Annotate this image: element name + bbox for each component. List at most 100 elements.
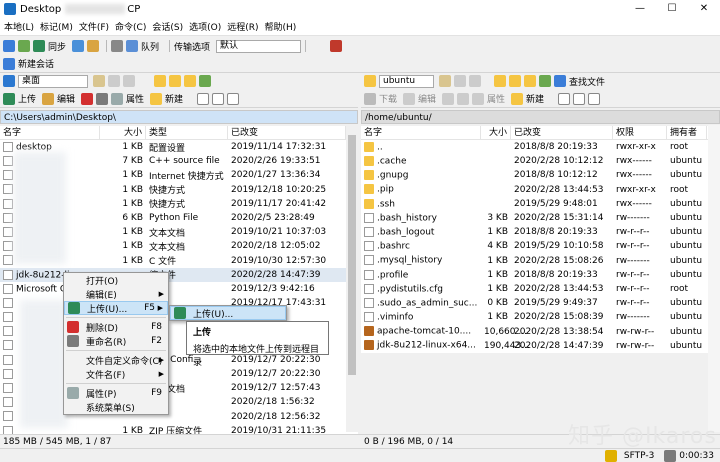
table-row[interactable]: Microsoft O 2019/12/3 9:42:16	[0, 282, 358, 296]
table-row[interactable]: .bashrc 4 KB 2019/5/29 10:10:58 rw-r--r-- ub…	[361, 239, 720, 253]
terminal-icon[interactable]	[87, 40, 100, 52]
transfer-settings-icon[interactable]	[330, 40, 343, 52]
remote-select-all-icon[interactable]	[558, 92, 571, 105]
queue-icon[interactable]	[126, 40, 139, 52]
table-row[interactable]: .viminfo 1 KB 2020/2/28 15:08:39 rw------- u…	[361, 310, 720, 324]
refresh-icon[interactable]	[199, 75, 211, 87]
context-menu: 打开(O) 编辑(E) ▶ 上传(U)... F5 ▶ 删除(D) F8 重命名(R) F2 文件自…	[63, 272, 169, 415]
remote-edit-button[interactable]: 编辑	[418, 92, 436, 105]
context-menu-item[interactable]: 重命名(R) F2	[64, 334, 168, 348]
remote-filter-icon[interactable]	[439, 75, 451, 87]
properties-button[interactable]: 属性	[126, 92, 144, 105]
context-menu-item[interactable]: 文件自定义命令(C) ▶	[64, 353, 168, 367]
home-dir-icon[interactable]	[184, 75, 196, 87]
menu-help[interactable]: 帮助(H)	[265, 20, 297, 33]
table-row[interactable]: .profile 1 KB 2018/8/8 20:19:33 rw-r--r-- ub…	[361, 268, 720, 282]
remote-deselect-icon[interactable]	[573, 92, 586, 105]
table-row[interactable]: .bash_logout 1 KB 2018/8/8 20:19:33 rw-r--r…	[361, 225, 720, 239]
col-remote-owner[interactable]: 拥有者	[667, 125, 707, 140]
context-menu-item[interactable]: 编辑(E) ▶	[64, 287, 168, 301]
remote-parent-icon[interactable]	[494, 75, 506, 87]
queue-button[interactable]: 队列	[141, 40, 159, 53]
col-remote-perm[interactable]: 权限	[613, 125, 667, 140]
menu-local[interactable]: 本地(L)	[4, 20, 34, 33]
context-menu-item[interactable]: 打开(O)	[64, 273, 168, 287]
remote-properties-button[interactable]: 属性	[487, 92, 505, 105]
deselect-icon[interactable]	[212, 92, 225, 105]
table-row[interactable]: jdk-8u212-linux-x64... 190,443... 2020/2/2…	[361, 339, 720, 353]
context-menu-item[interactable]: 删除(D) F8	[64, 320, 168, 334]
table-row[interactable]: .sudo_as_admin_suc... 0 KB 2019/5/29 9:49:…	[361, 296, 720, 310]
remote-dir-select[interactable]: ubuntu	[379, 74, 434, 88]
sync-icon[interactable]	[33, 40, 45, 52]
table-row[interactable]: .pip 2020/2/28 13:44:53 rwxr-xr-x root	[361, 183, 720, 197]
col-size[interactable]: 大小	[100, 125, 146, 140]
remote-delete-icon[interactable]	[442, 92, 455, 105]
table-row[interactable]: .gnupg 2018/8/8 10:12:12 rwx------ ubuntu	[361, 168, 720, 182]
menu-options[interactable]: 选项(O)	[189, 20, 221, 33]
delete-icon[interactable]	[81, 92, 94, 105]
remote-refresh-icon[interactable]	[539, 75, 551, 87]
upload-button[interactable]: 上传	[18, 92, 36, 105]
table-row[interactable]: apache-tomcat-10.... 10,660 ... 2020/2/28 …	[361, 324, 720, 338]
close-button[interactable]: ✕	[688, 0, 720, 18]
edit-button[interactable]: 编辑	[57, 92, 75, 105]
remote-root-icon[interactable]	[509, 75, 521, 87]
table-row[interactable]: .. 2018/8/8 20:19:33 rwxr-xr-x root	[361, 140, 720, 154]
minimize-button[interactable]: —	[624, 0, 656, 18]
col-name[interactable]: 名字	[0, 125, 100, 140]
submenu-upload[interactable]: 上传(U)...	[170, 306, 286, 320]
new-session-button[interactable]: 新建会话	[18, 57, 54, 70]
table-row[interactable]: .ssh 2019/5/29 9:48:01 rwx------ ubuntu	[361, 197, 720, 211]
col-modified[interactable]: 已改变	[228, 125, 346, 140]
remote-scrollbar[interactable]	[708, 125, 720, 432]
local-scrollbar[interactable]	[346, 125, 358, 432]
table-row[interactable]: .bash_history 3 KB 2020/2/28 15:31:14 rw---…	[361, 211, 720, 225]
remote-home-icon[interactable]	[524, 75, 536, 87]
maximize-button[interactable]: ☐	[656, 0, 688, 18]
back-icon[interactable]	[108, 75, 120, 87]
remote-path[interactable]: /home/ubuntu/	[361, 110, 720, 124]
filter-icon[interactable]	[93, 75, 105, 87]
rename-icon[interactable]	[96, 92, 109, 105]
console-icon[interactable]	[72, 40, 85, 52]
remote-back-icon[interactable]	[454, 75, 466, 87]
invert-selection-icon[interactable]	[227, 92, 240, 105]
context-menu-item[interactable]: 属性(P) F9	[64, 386, 168, 400]
context-menu-item[interactable]: 上传(U)... F5 ▶	[64, 301, 168, 315]
menu-remote[interactable]: 远程(R)	[227, 20, 258, 33]
forward-icon[interactable]	[123, 75, 135, 87]
find-files-button[interactable]: 查找文件	[569, 75, 605, 88]
col-remote-modified[interactable]: 已改变	[511, 125, 613, 140]
remote-new-button[interactable]: 新建	[526, 92, 544, 105]
new-button[interactable]: 新建	[165, 92, 183, 105]
table-row[interactable]: .mysql_history 1 KB 2020/2/28 15:08:26 rw--…	[361, 254, 720, 268]
remote-rename-icon[interactable]	[457, 92, 470, 105]
menu-mark[interactable]: 标记(M)	[40, 20, 73, 33]
context-menu-item[interactable]: 系统菜单(S)	[64, 400, 168, 414]
local-drive-select[interactable]: 桌面	[18, 74, 88, 88]
table-row[interactable]: .cache 2020/2/28 10:12:12 rwx------ ubuntu	[361, 154, 720, 168]
local-scroll-thumb[interactable]	[348, 135, 356, 375]
table-row[interactable]: .pydistutils.cfg 1 KB 2020/2/28 13:44:53 rw…	[361, 282, 720, 296]
select-all-icon[interactable]	[197, 92, 210, 105]
settings-icon[interactable]	[111, 40, 124, 52]
col-type[interactable]: 类型	[146, 125, 228, 140]
col-remote-name[interactable]: 名字	[361, 125, 481, 140]
col-remote-size[interactable]: 大小	[481, 125, 511, 140]
remote-forward-icon[interactable]	[469, 75, 481, 87]
transfer-options-select[interactable]: 默认	[216, 39, 302, 53]
parent-dir-icon[interactable]	[154, 75, 166, 87]
menu-file[interactable]: 文件(F)	[79, 20, 109, 33]
compare-icon[interactable]	[3, 40, 15, 52]
download-button[interactable]: 下载	[379, 92, 397, 105]
context-menu-item[interactable]: 文件名(F) ▶	[64, 367, 168, 381]
local-path[interactable]: C:\Users\admin\Desktop\	[0, 110, 358, 124]
table-row[interactable]: jdk-8u212-lin缩文件2020/2/28 14:47:39	[0, 267, 358, 282]
root-dir-icon[interactable]	[169, 75, 181, 87]
sync-button[interactable]: 同步	[48, 40, 66, 53]
sync-dir-icon[interactable]	[18, 40, 30, 52]
menu-command[interactable]: 命令(C)	[115, 20, 146, 33]
remote-invert-icon[interactable]	[588, 92, 601, 105]
menu-session[interactable]: 会话(S)	[152, 20, 183, 33]
